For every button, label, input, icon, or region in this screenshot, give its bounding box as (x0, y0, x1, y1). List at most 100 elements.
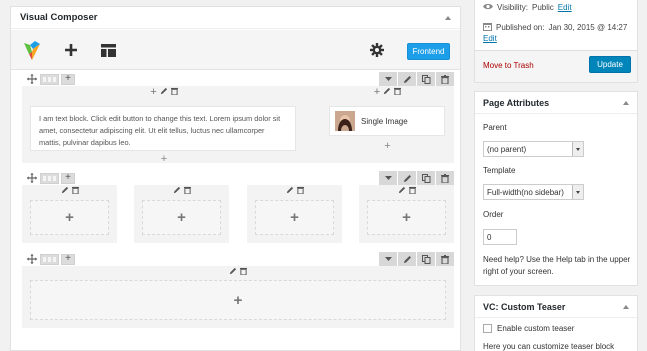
add-element-icon[interactable]: + (22, 154, 306, 165)
chevron-down-icon[interactable] (379, 171, 397, 185)
order-input[interactable]: 0 (483, 229, 517, 245)
custom-teaser-help: Here you can customize teaser block (483, 342, 615, 351)
column-controls: + (22, 86, 306, 98)
add-icon[interactable]: + (374, 86, 380, 98)
template-select[interactable]: Full-width(no sidebar) (483, 184, 584, 200)
trash-icon[interactable] (408, 186, 416, 196)
collapse-caret-icon[interactable] (445, 15, 451, 20)
pencil-icon[interactable] (398, 72, 416, 86)
column-controls: + (321, 86, 454, 98)
vc-row-3: + + (22, 252, 454, 328)
add-element-icon[interactable]: + (177, 210, 186, 225)
column: + (22, 185, 117, 243)
row-layout-button[interactable] (40, 73, 59, 85)
column: + I am text block. Click edit button to … (22, 86, 306, 165)
clone-icon[interactable] (417, 171, 435, 185)
trash-icon[interactable] (436, 171, 454, 185)
update-button[interactable]: Update (589, 56, 631, 73)
trash-icon[interactable] (436, 252, 454, 266)
pencil-icon[interactable] (61, 186, 69, 196)
add-column-button[interactable]: + (61, 253, 75, 265)
frontend-button[interactable]: Frontend (407, 43, 450, 60)
pencil-icon[interactable] (229, 267, 237, 277)
clone-icon[interactable] (417, 252, 435, 266)
row-layout-button[interactable] (40, 172, 59, 184)
trash-icon[interactable] (296, 186, 304, 196)
trash-icon[interactable] (71, 186, 79, 196)
add-element-icon[interactable]: + (402, 210, 411, 225)
vc-logo-icon[interactable] (19, 30, 45, 70)
add-element-icon[interactable]: + (290, 210, 299, 225)
single-image-element[interactable]: Single Image (329, 106, 445, 136)
add-column-button[interactable]: + (61, 73, 75, 85)
move-icon[interactable] (26, 253, 38, 265)
vc-row-1: + + I am text block. Click edit button t… (22, 72, 454, 165)
image-thumbnail (335, 111, 355, 131)
gear-icon[interactable] (367, 30, 387, 70)
add-column-button[interactable]: + (61, 172, 75, 184)
published-row: Published on: Jan 30, 2015 @ 14:27 (483, 22, 627, 33)
chevron-down-icon (572, 185, 583, 199)
row-controls: + (22, 171, 454, 185)
visibility-label: Visibility: (497, 3, 528, 12)
row-layout-button[interactable] (40, 253, 59, 265)
pencil-icon[interactable] (160, 87, 168, 97)
enable-teaser-checkbox[interactable] (483, 324, 492, 333)
add-element-icon[interactable]: + (321, 141, 454, 152)
row-body: + I am text block. Click edit button to … (22, 86, 454, 165)
trash-icon[interactable] (436, 72, 454, 86)
text-block-content: I am text block. Click edit button to ch… (39, 114, 281, 147)
add-element-placeholder[interactable]: + (255, 200, 334, 235)
row-body: + + + + (22, 185, 454, 243)
trash-icon[interactable] (183, 186, 191, 196)
add-icon[interactable]: + (150, 86, 156, 98)
chevron-down-icon[interactable] (379, 72, 397, 86)
column: + (22, 266, 454, 328)
trash-icon[interactable] (240, 267, 247, 277)
templates-icon[interactable] (97, 30, 119, 70)
trash-icon[interactable] (170, 87, 178, 97)
pencil-icon[interactable] (398, 186, 406, 196)
parent-select[interactable]: (no parent) (483, 141, 584, 157)
collapse-caret-icon[interactable] (623, 100, 629, 105)
add-element-placeholder[interactable]: + (30, 280, 446, 320)
row-controls: + (22, 252, 454, 266)
move-icon[interactable] (26, 172, 38, 184)
column-controls (134, 185, 229, 197)
visibility-row: Visibility: Public Edit (483, 3, 572, 12)
chevron-down-icon[interactable] (379, 252, 397, 266)
add-element-placeholder[interactable]: + (142, 200, 221, 235)
publish-actions: Move to Trash Update (475, 50, 637, 82)
add-element-placeholder[interactable]: + (30, 200, 109, 235)
pencil-icon[interactable] (173, 186, 181, 196)
column: + (359, 185, 454, 243)
visibility-edit-link[interactable]: Edit (558, 3, 572, 12)
template-label: Template (483, 166, 516, 175)
vc-toolbar: Frontend (11, 30, 460, 70)
enable-teaser-label: Enable custom teaser (497, 324, 575, 333)
add-element-placeholder[interactable]: + (367, 200, 446, 235)
text-block-element[interactable]: I am text block. Click edit button to ch… (30, 106, 296, 151)
page-attributes-header[interactable]: Page Attributes (475, 92, 637, 114)
pencil-icon[interactable] (286, 186, 294, 196)
chevron-down-icon (572, 142, 583, 156)
add-element-icon[interactable]: + (65, 210, 74, 225)
trash-icon[interactable] (394, 87, 402, 97)
collapse-caret-icon[interactable] (623, 304, 629, 309)
add-element-icon[interactable] (61, 30, 81, 70)
pencil-icon[interactable] (398, 171, 416, 185)
move-to-trash-link[interactable]: Move to Trash (483, 61, 534, 70)
published-value: Jan 30, 2015 @ 14:27 (548, 23, 628, 32)
parent-label: Parent (483, 123, 507, 132)
pencil-icon[interactable] (398, 252, 416, 266)
page-attributes-box: Page Attributes Parent (no parent) Templ… (474, 91, 638, 286)
pencil-icon[interactable] (383, 87, 391, 97)
move-icon[interactable] (26, 73, 38, 85)
custom-teaser-header[interactable]: VC: Custom Teaser (475, 296, 637, 318)
vc-row-2: + + + + + (22, 171, 454, 243)
published-edit-link[interactable]: Edit (483, 34, 497, 43)
add-element-icon[interactable]: + (234, 293, 243, 308)
publish-box: Visibility: Public Edit Published on: Ja… (474, 0, 638, 83)
clone-icon[interactable] (417, 72, 435, 86)
order-input-value: 0 (487, 232, 492, 242)
